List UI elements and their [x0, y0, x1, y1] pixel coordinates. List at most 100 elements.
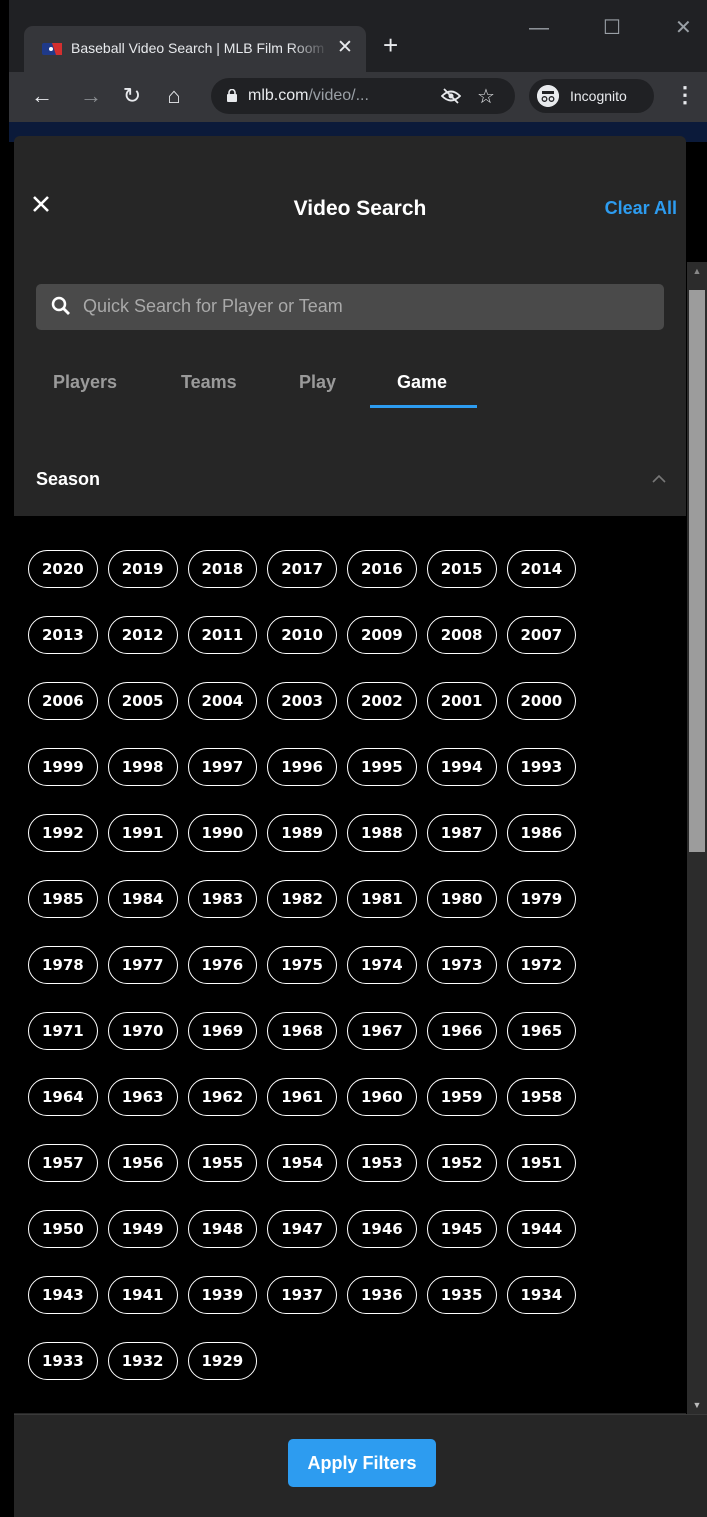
year-chip[interactable]: 2002: [347, 682, 417, 720]
year-chip[interactable]: 1964: [28, 1078, 98, 1116]
incognito-badge[interactable]: Incognito: [529, 79, 654, 113]
year-chip[interactable]: 1932: [107, 1342, 178, 1380]
year-chip[interactable]: 2004: [187, 682, 258, 720]
year-chip[interactable]: 1934: [506, 1276, 577, 1314]
year-chip[interactable]: 1992: [28, 814, 98, 852]
scrollbar-thumb[interactable]: [689, 290, 705, 852]
star-icon[interactable]: ☆: [477, 84, 495, 109]
year-chip[interactable]: 1933: [28, 1342, 98, 1380]
year-chip[interactable]: 1965: [506, 1012, 577, 1050]
year-chip[interactable]: 2003: [267, 682, 337, 720]
year-chip[interactable]: 1948: [187, 1210, 258, 1248]
year-chip[interactable]: 1982: [267, 880, 337, 918]
year-chip[interactable]: 1946: [347, 1210, 417, 1248]
new-tab-button[interactable]: +: [383, 32, 398, 58]
year-chip[interactable]: 1973: [426, 946, 497, 984]
year-chip[interactable]: 1983: [187, 880, 258, 918]
tab-teams[interactable]: Teams: [181, 372, 237, 393]
year-chip[interactable]: 2008: [426, 616, 497, 654]
tab-players[interactable]: Players: [53, 372, 117, 393]
year-chip[interactable]: 1963: [107, 1078, 178, 1116]
year-chip[interactable]: 1974: [347, 946, 417, 984]
year-chip[interactable]: 1984: [107, 880, 178, 918]
year-chip[interactable]: 1978: [28, 946, 98, 984]
tab-game[interactable]: Game: [397, 372, 447, 393]
year-chip[interactable]: 2010: [267, 616, 337, 654]
year-chip[interactable]: 1980: [426, 880, 497, 918]
search-input[interactable]: Quick Search for Player or Team: [36, 284, 664, 330]
year-chip[interactable]: 2000: [506, 682, 577, 720]
year-chip[interactable]: 1959: [426, 1078, 497, 1116]
year-chip[interactable]: 1987: [426, 814, 497, 852]
year-chip[interactable]: 1999: [28, 748, 98, 786]
year-chip[interactable]: 2007: [506, 616, 577, 654]
year-chip[interactable]: 1960: [347, 1078, 417, 1116]
scrollbar[interactable]: ▲ ▼: [687, 262, 707, 1414]
year-chip[interactable]: 1993: [506, 748, 577, 786]
year-chip[interactable]: 1996: [267, 748, 337, 786]
year-chip[interactable]: 1951: [506, 1144, 577, 1182]
minimize-icon[interactable]: —: [529, 18, 549, 38]
year-chip[interactable]: 2020: [28, 550, 98, 588]
year-chip[interactable]: 1950: [28, 1210, 98, 1248]
year-chip[interactable]: 1952: [426, 1144, 497, 1182]
year-chip[interactable]: 1991: [107, 814, 178, 852]
browser-tab[interactable]: Baseball Video Search | MLB Film Room ✕: [24, 26, 366, 72]
year-chip[interactable]: 1989: [267, 814, 337, 852]
year-chip[interactable]: 1929: [187, 1342, 258, 1380]
year-chip[interactable]: 1967: [347, 1012, 417, 1050]
year-chip[interactable]: 2014: [506, 550, 577, 588]
year-chip[interactable]: 1953: [347, 1144, 417, 1182]
year-chip[interactable]: 1972: [506, 946, 577, 984]
year-chip[interactable]: 1977: [107, 946, 178, 984]
address-bar[interactable]: mlb.com/video/... ☆: [211, 78, 515, 114]
year-chip[interactable]: 2009: [347, 616, 417, 654]
year-chip[interactable]: 1941: [107, 1276, 178, 1314]
year-chip[interactable]: 1961: [267, 1078, 337, 1116]
year-chip[interactable]: 1955: [187, 1144, 258, 1182]
year-chip[interactable]: 1936: [347, 1276, 417, 1314]
home-icon[interactable]: ⌂: [160, 82, 188, 110]
year-chip[interactable]: 1981: [347, 880, 417, 918]
forward-icon[interactable]: →: [77, 82, 105, 110]
year-chip[interactable]: 1986: [506, 814, 577, 852]
year-chip[interactable]: 1962: [187, 1078, 258, 1116]
clear-all-button[interactable]: Clear All: [605, 198, 677, 219]
year-chip[interactable]: 1988: [347, 814, 417, 852]
year-chip[interactable]: 1968: [267, 1012, 337, 1050]
year-chip[interactable]: 1945: [426, 1210, 497, 1248]
year-chip[interactable]: 1985: [28, 880, 98, 918]
year-chip[interactable]: 2019: [107, 550, 178, 588]
year-chip[interactable]: 1997: [187, 748, 258, 786]
year-chip[interactable]: 1995: [347, 748, 417, 786]
year-chip[interactable]: 1969: [187, 1012, 258, 1050]
year-chip[interactable]: 1949: [107, 1210, 178, 1248]
year-chip[interactable]: 1998: [107, 748, 178, 786]
year-chip[interactable]: 2006: [28, 682, 98, 720]
back-icon[interactable]: ←: [28, 82, 56, 110]
window-close-icon[interactable]: ✕: [675, 18, 692, 38]
year-chip[interactable]: 2018: [187, 550, 258, 588]
year-chip[interactable]: 1947: [267, 1210, 337, 1248]
year-chip[interactable]: 2001: [426, 682, 497, 720]
year-chip[interactable]: 1958: [506, 1078, 577, 1116]
year-chip[interactable]: 1975: [267, 946, 337, 984]
chevron-up-icon[interactable]: [651, 474, 667, 484]
year-chip[interactable]: 1944: [506, 1210, 577, 1248]
maximize-icon[interactable]: ☐: [603, 18, 621, 38]
tab-play[interactable]: Play: [299, 372, 336, 393]
year-chip[interactable]: 1935: [426, 1276, 497, 1314]
reload-icon[interactable]: ↻: [118, 82, 146, 110]
year-chip[interactable]: 1956: [107, 1144, 178, 1182]
year-chip[interactable]: 2016: [347, 550, 417, 588]
year-chip[interactable]: 1970: [107, 1012, 178, 1050]
eye-off-icon[interactable]: [441, 87, 461, 105]
year-chip[interactable]: 1966: [426, 1012, 497, 1050]
year-chip[interactable]: 2012: [107, 616, 178, 654]
year-chip[interactable]: 1939: [187, 1276, 258, 1314]
year-chip[interactable]: 1990: [187, 814, 258, 852]
browser-menu-icon[interactable]: ⋮: [674, 82, 696, 108]
year-chip[interactable]: 1971: [28, 1012, 98, 1050]
scroll-up-arrow-icon[interactable]: ▲: [687, 266, 707, 276]
year-chip[interactable]: 1976: [187, 946, 258, 984]
